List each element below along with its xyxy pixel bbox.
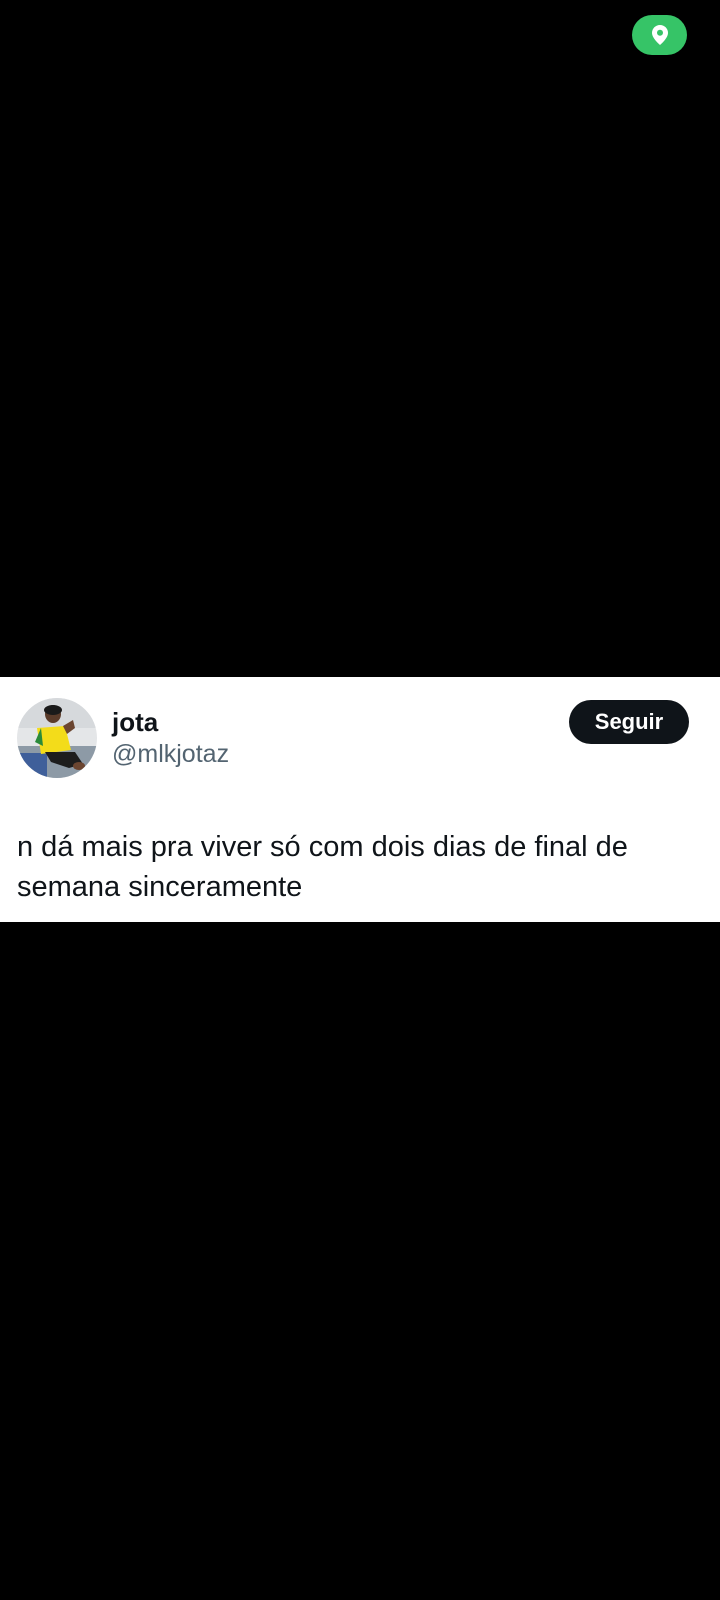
avatar[interactable]: [17, 698, 97, 778]
profile-photo: [17, 698, 97, 778]
tweet-card: jota @mlkjotaz Seguir n dá mais pra vive…: [0, 677, 720, 922]
location-pin-icon: [651, 24, 669, 46]
tweet-text: n dá mais pra viver só com dois dias de …: [17, 831, 628, 903]
user-handle[interactable]: @mlkjotaz: [112, 739, 229, 769]
follow-button[interactable]: Seguir: [569, 700, 689, 744]
display-name[interactable]: jota: [112, 707, 158, 737]
location-indicator[interactable]: [632, 15, 687, 55]
